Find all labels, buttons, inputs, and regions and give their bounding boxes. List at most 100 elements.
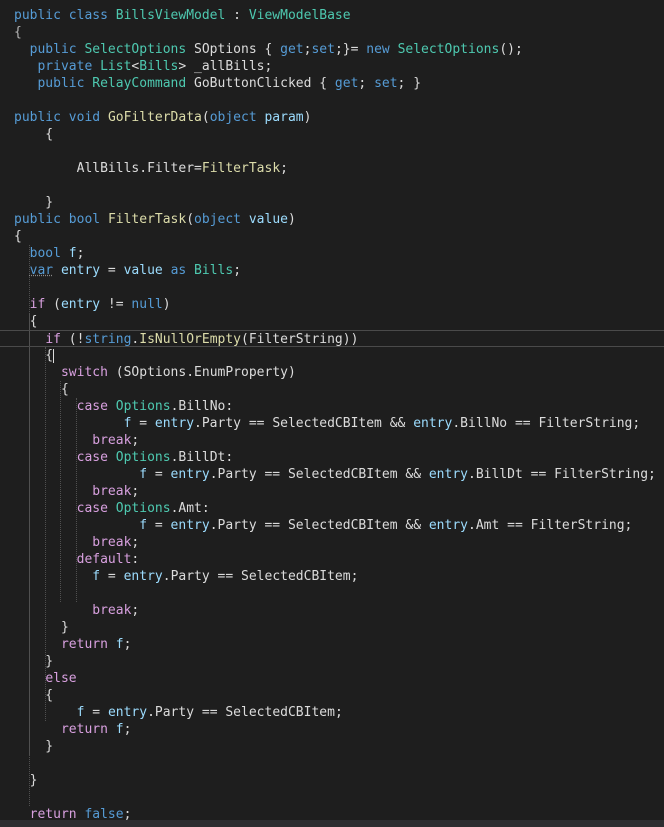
code-line[interactable]: } (0, 653, 664, 670)
code-line[interactable] (0, 585, 664, 602)
code-line[interactable]: } (0, 772, 664, 789)
code-text: . (162, 569, 171, 584)
code-line[interactable]: switch (SOptions.EnumProperty) (0, 364, 664, 381)
code-line[interactable]: return f; (0, 636, 664, 653)
code-line[interactable] (0, 789, 664, 806)
code-text: } (14, 654, 54, 669)
code-line[interactable]: public class BillsViewModel : ViewModelB… (0, 7, 664, 24)
code-token-ctl: if (29, 297, 46, 312)
code-line[interactable]: case Options.BillNo: (0, 398, 664, 415)
code-text: : (225, 399, 234, 414)
code-line[interactable]: f = entry.Party == SelectedCBItem && ent… (0, 415, 664, 432)
code-text: ;}= (334, 42, 367, 57)
code-line[interactable]: private List<Bills> _allBills; (0, 58, 664, 75)
code-token-prp: Party (217, 467, 257, 482)
code-line[interactable]: break; (0, 602, 664, 619)
code-line[interactable]: } (0, 738, 664, 755)
code-line[interactable]: default: (0, 551, 664, 568)
code-line[interactable]: break; (0, 534, 664, 551)
code-token-ctl: break (92, 433, 132, 448)
code-line[interactable]: bool f; (0, 245, 664, 262)
code-line[interactable]: return f; (0, 721, 664, 738)
code-line[interactable] (0, 279, 664, 296)
code-token-prp: EnumProperty (194, 365, 288, 380)
code-line[interactable]: } (0, 194, 664, 211)
code-line-current[interactable]: if (!string.IsNullOrEmpty(FilterString)) (0, 330, 664, 347)
code-text: ; (123, 637, 132, 652)
code-line[interactable]: { (0, 687, 664, 704)
code-text: = (147, 518, 171, 533)
code-text: ; (76, 246, 85, 261)
code-line[interactable]: case Options.BillDt: (0, 449, 664, 466)
code-line[interactable]: f = entry.Party == SelectedCBItem && ent… (0, 466, 664, 483)
code-token-kw: public (14, 212, 61, 227)
code-text: == (256, 467, 288, 482)
code-line[interactable] (0, 92, 664, 109)
code-line[interactable]: } (0, 619, 664, 636)
code-line[interactable]: var entry = value as Bills; (0, 262, 664, 279)
code-line[interactable]: if (entry != null) (0, 296, 664, 313)
code-token-kw: private (37, 59, 93, 74)
code-line[interactable]: { (0, 381, 664, 398)
code-token-typ: Bills (194, 263, 234, 278)
code-line[interactable]: { (0, 313, 664, 330)
code-token-typ: Options (115, 501, 171, 516)
code-line[interactable]: return false; (0, 806, 664, 820)
code-token-kw: var (29, 263, 54, 278)
code-text: ) (287, 365, 296, 380)
code-token-typ: BillsViewModel (115, 8, 226, 23)
code-line[interactable]: AllBills.Filter=FilterTask; (0, 160, 664, 177)
code-token-loc: entry (107, 705, 148, 720)
code-line[interactable]: { (0, 24, 664, 41)
code-token-ctl: if (45, 332, 61, 347)
code-line[interactable]: case Options.Amt: (0, 500, 664, 517)
code-line[interactable]: f = entry.Party == SelectedCBItem && ent… (0, 517, 664, 534)
code-line[interactable]: public void GoFilterData(object param) (0, 109, 664, 126)
code-line[interactable]: { (0, 228, 664, 245)
code-text: { (256, 42, 281, 57)
code-text: : (131, 552, 140, 567)
code-editor[interactable]: public class BillsViewModel : ViewModelB… (0, 0, 664, 820)
code-line[interactable]: break; (0, 432, 664, 449)
code-token-prp: BillDt (178, 450, 226, 465)
code-text: } (14, 620, 69, 635)
code-token-typ: SelectOptions (84, 42, 187, 57)
code-line[interactable]: { (0, 126, 664, 143)
code-line[interactable]: public RelayCommand GoButtonClicked { ge… (0, 75, 664, 92)
code-text: != (100, 297, 132, 312)
code-token-ctl: switch (60, 365, 108, 380)
code-token-prp: Amt (178, 501, 202, 516)
code-token-kw: string (84, 332, 132, 347)
code-token-prp: SOptions (123, 365, 187, 380)
code-line[interactable] (0, 755, 664, 772)
code-token-prp: Party (201, 416, 241, 431)
code-token-kw: object (194, 212, 242, 227)
code-token-mth: FilterTask (201, 161, 281, 176)
code-token-loc: entry (428, 518, 468, 533)
code-line[interactable]: f = entry.Party == SelectedCBItem; (0, 704, 664, 721)
code-line[interactable]: f = entry.Party == SelectedCBItem; (0, 568, 664, 585)
code-text: && (397, 467, 429, 482)
code-line[interactable] (0, 177, 664, 194)
code-line[interactable] (0, 143, 664, 160)
code-line[interactable]: else (0, 670, 664, 687)
code-token-mth: GoFilterData (107, 110, 202, 125)
code-line[interactable]: public SelectOptions SOptions { get;set;… (0, 41, 664, 58)
code-line[interactable]: public bool FilterTask(object value) (0, 211, 664, 228)
code-line[interactable]: { (0, 347, 664, 364)
code-text: } (14, 195, 54, 210)
code-token-prp: Amt (475, 518, 500, 533)
code-text: . (452, 416, 461, 431)
code-line[interactable]: break; (0, 483, 664, 500)
